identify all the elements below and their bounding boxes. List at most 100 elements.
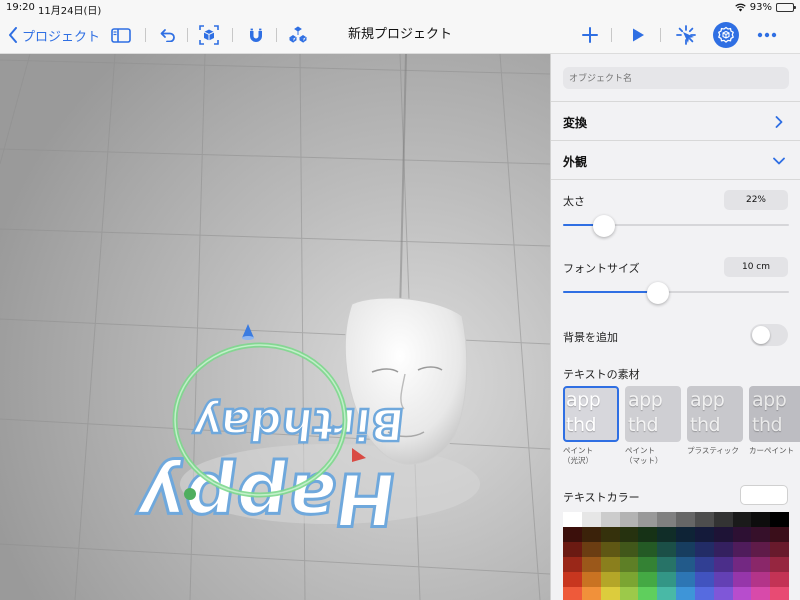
- material-swatch[interactable]: app thd: [625, 386, 681, 442]
- background-toggle[interactable]: [750, 324, 788, 346]
- 3d-text-model[interactable]: Happy: [130, 455, 404, 542]
- palette-color[interactable]: [581, 587, 601, 600]
- snap-button[interactable]: [245, 16, 267, 54]
- palette-color[interactable]: [732, 587, 752, 600]
- palette-color[interactable]: [732, 527, 752, 542]
- palette-color[interactable]: [751, 512, 771, 527]
- palette-color[interactable]: [676, 572, 695, 587]
- palette-color[interactable]: [657, 512, 676, 527]
- material-paint-matte[interactable]: app thd ペイント （マット）: [625, 386, 681, 466]
- palette-color[interactable]: [713, 557, 733, 572]
- material-swatch[interactable]: app thd: [749, 386, 800, 442]
- palette-color[interactable]: [751, 527, 771, 542]
- palette-color[interactable]: [600, 587, 620, 600]
- palette-color[interactable]: [619, 587, 639, 600]
- palette-color[interactable]: [676, 557, 695, 572]
- palette-color[interactable]: [638, 542, 658, 557]
- thickness-value[interactable]: 22%: [724, 190, 788, 210]
- palette-color[interactable]: [563, 572, 582, 587]
- palette-color[interactable]: [751, 572, 771, 587]
- palette-color[interactable]: [600, 572, 620, 587]
- back-button[interactable]: プロジェクト: [8, 16, 100, 54]
- palette-color[interactable]: [713, 572, 733, 587]
- palette-color[interactable]: [619, 512, 639, 527]
- palette-color[interactable]: [713, 587, 733, 600]
- palette-color[interactable]: [713, 542, 733, 557]
- appearance-section-header[interactable]: 外観: [551, 141, 800, 179]
- palette-color[interactable]: [619, 542, 639, 557]
- material-car-paint[interactable]: app thd カーペイント: [749, 386, 800, 456]
- palette-color[interactable]: [638, 512, 658, 527]
- palette-color[interactable]: [600, 527, 620, 542]
- palette-color[interactable]: [732, 572, 752, 587]
- palette-color[interactable]: [770, 512, 789, 527]
- palette-color[interactable]: [638, 527, 658, 542]
- palette-color[interactable]: [563, 557, 582, 572]
- material-plastic[interactable]: app thd プラスティック: [687, 386, 743, 456]
- palette-color[interactable]: [751, 542, 771, 557]
- palette-color[interactable]: [770, 527, 789, 542]
- 3d-text-model-line2[interactable]: Birthday: [189, 397, 408, 450]
- palette-color[interactable]: [581, 572, 601, 587]
- palette-color[interactable]: [751, 587, 771, 600]
- palette-color[interactable]: [563, 527, 582, 542]
- palette-color[interactable]: [600, 512, 620, 527]
- palette-color[interactable]: [657, 587, 676, 600]
- palette-color[interactable]: [619, 572, 639, 587]
- add-button[interactable]: [579, 16, 601, 54]
- palette-color[interactable]: [770, 572, 789, 587]
- palette-color[interactable]: [563, 512, 582, 527]
- material-paint-gloss[interactable]: app thd ペイント （光沢）: [563, 386, 619, 466]
- inspector-button[interactable]: [711, 16, 741, 54]
- palette-color[interactable]: [563, 542, 582, 557]
- object-name-input[interactable]: [563, 67, 789, 89]
- palette-color[interactable]: [638, 587, 658, 600]
- palette-color[interactable]: [770, 557, 789, 572]
- behaviors-button[interactable]: [674, 16, 698, 54]
- palette-color[interactable]: [619, 527, 639, 542]
- ar-view-button[interactable]: [197, 16, 221, 54]
- palette-color[interactable]: [581, 512, 601, 527]
- palette-color[interactable]: [581, 557, 601, 572]
- palette-color[interactable]: [770, 542, 789, 557]
- palette-color[interactable]: [600, 542, 620, 557]
- text-color-swatch[interactable]: [740, 485, 788, 505]
- font-size-value[interactable]: 10 cm: [724, 257, 788, 277]
- palette-color[interactable]: [581, 542, 601, 557]
- palette-color[interactable]: [657, 542, 676, 557]
- palette-color[interactable]: [732, 512, 752, 527]
- palette-color[interactable]: [619, 557, 639, 572]
- palette-color[interactable]: [676, 542, 695, 557]
- palette-color[interactable]: [770, 587, 789, 600]
- palette-color[interactable]: [694, 512, 714, 527]
- undo-button[interactable]: [157, 16, 179, 54]
- palette-color[interactable]: [581, 527, 601, 542]
- thickness-slider[interactable]: [563, 215, 789, 237]
- sidebar-toggle-button[interactable]: [110, 16, 132, 54]
- more-button[interactable]: [754, 16, 780, 54]
- palette-color[interactable]: [563, 587, 582, 600]
- scene-canvas[interactable]: Happy Birthday: [0, 54, 550, 600]
- palette-color[interactable]: [638, 557, 658, 572]
- scene-viewport[interactable]: Happy Birthday: [0, 54, 550, 600]
- palette-color[interactable]: [713, 512, 733, 527]
- palette-color[interactable]: [694, 557, 714, 572]
- palette-color[interactable]: [657, 572, 676, 587]
- palette-color[interactable]: [657, 527, 676, 542]
- material-swatch[interactable]: app thd: [563, 386, 619, 442]
- palette-color[interactable]: [694, 542, 714, 557]
- palette-color[interactable]: [751, 557, 771, 572]
- transform-section-header[interactable]: 変換: [551, 102, 800, 140]
- palette-color[interactable]: [676, 587, 695, 600]
- gizmo-z-handle[interactable]: [184, 488, 196, 500]
- palette-color[interactable]: [657, 557, 676, 572]
- palette-color[interactable]: [713, 527, 733, 542]
- palette-color[interactable]: [694, 587, 714, 600]
- slider-thumb[interactable]: [646, 282, 669, 304]
- palette-color[interactable]: [732, 542, 752, 557]
- palette-color[interactable]: [694, 527, 714, 542]
- palette-color[interactable]: [676, 512, 695, 527]
- palette-color[interactable]: [694, 572, 714, 587]
- font-size-slider[interactable]: [563, 282, 789, 304]
- palette-color[interactable]: [732, 557, 752, 572]
